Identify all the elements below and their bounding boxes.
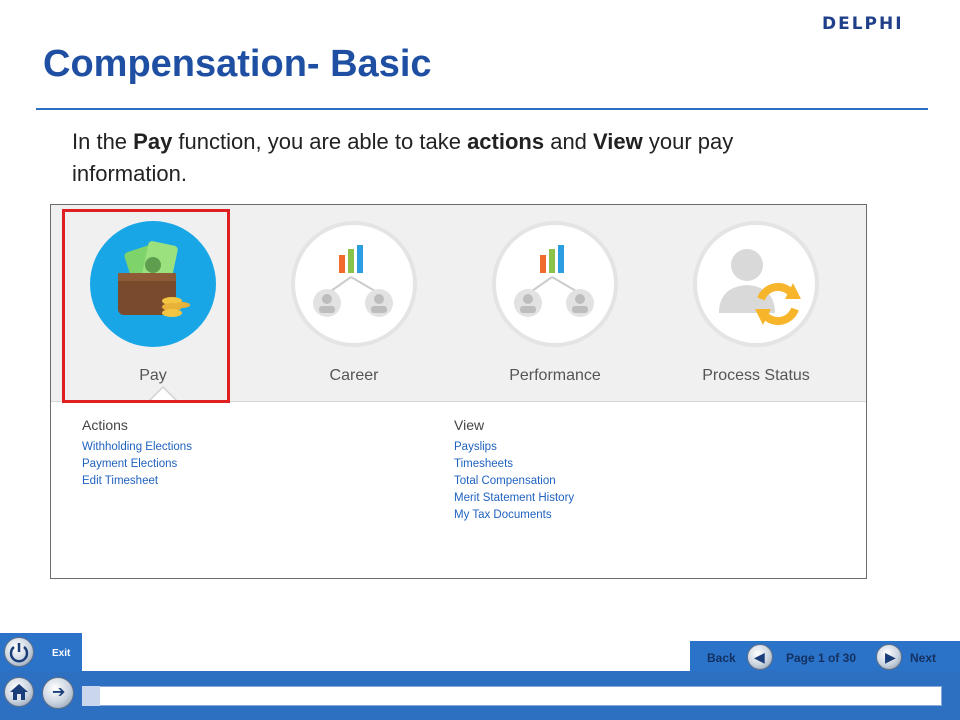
performance-icon [492, 221, 618, 347]
arrow-right-icon: ➔ [52, 684, 66, 701]
view-heading: View [454, 417, 485, 433]
slide-title: Compensation- Basic [43, 43, 432, 85]
tile-label: Career [329, 367, 379, 384]
exit-label[interactable]: Exit [52, 648, 70, 659]
tile-career[interactable]: Career [290, 221, 418, 385]
back-label[interactable]: Back [707, 651, 736, 665]
actions-heading: Actions [82, 417, 128, 433]
career-icon [291, 221, 417, 347]
action-link-edit-timesheet[interactable]: Edit Timesheet [82, 473, 192, 490]
view-link-merit-statement-history[interactable]: Merit Statement History [454, 490, 574, 507]
view-list: Payslips Timesheets Total Compensation M… [454, 439, 574, 524]
tile-label: Performance [509, 367, 601, 384]
process-status-icon [693, 221, 819, 347]
home-icon [10, 684, 28, 700]
action-link-payment-elections[interactable]: Payment Elections [82, 456, 192, 473]
tile-process-status[interactable]: Process Status [692, 221, 820, 385]
arrow-right-icon: ▶ [885, 649, 896, 665]
forward-button[interactable]: ➔ [42, 677, 74, 709]
next-label[interactable]: Next [910, 651, 936, 665]
actions-list: Withholding Elections Payment Elections … [82, 439, 192, 490]
next-button[interactable]: ▶ [876, 644, 902, 670]
arrow-left-icon: ◀ [754, 649, 765, 665]
action-link-withholding-elections[interactable]: Withholding Elections [82, 439, 192, 456]
title-divider [36, 108, 928, 110]
progress-marker [82, 686, 100, 706]
view-link-my-tax-documents[interactable]: My Tax Documents [454, 507, 574, 524]
delphi-logo: DELPHI [822, 14, 904, 34]
intro-text: In the Pay function, you are able to tak… [72, 129, 734, 186]
view-link-timesheets[interactable]: Timesheets [454, 456, 574, 473]
view-link-total-compensation[interactable]: Total Compensation [454, 473, 574, 490]
tile-label: Process Status [702, 367, 810, 384]
pay-highlight-box [62, 209, 230, 403]
home-button[interactable] [4, 677, 34, 707]
power-icon [9, 643, 29, 663]
view-link-payslips[interactable]: Payslips [454, 439, 574, 456]
back-button[interactable]: ◀ [747, 644, 773, 670]
tile-performance[interactable]: Performance [491, 221, 619, 385]
exit-button[interactable] [4, 637, 34, 667]
page-indicator: Page 1 of 30 [786, 651, 857, 665]
progress-track[interactable] [82, 686, 942, 706]
